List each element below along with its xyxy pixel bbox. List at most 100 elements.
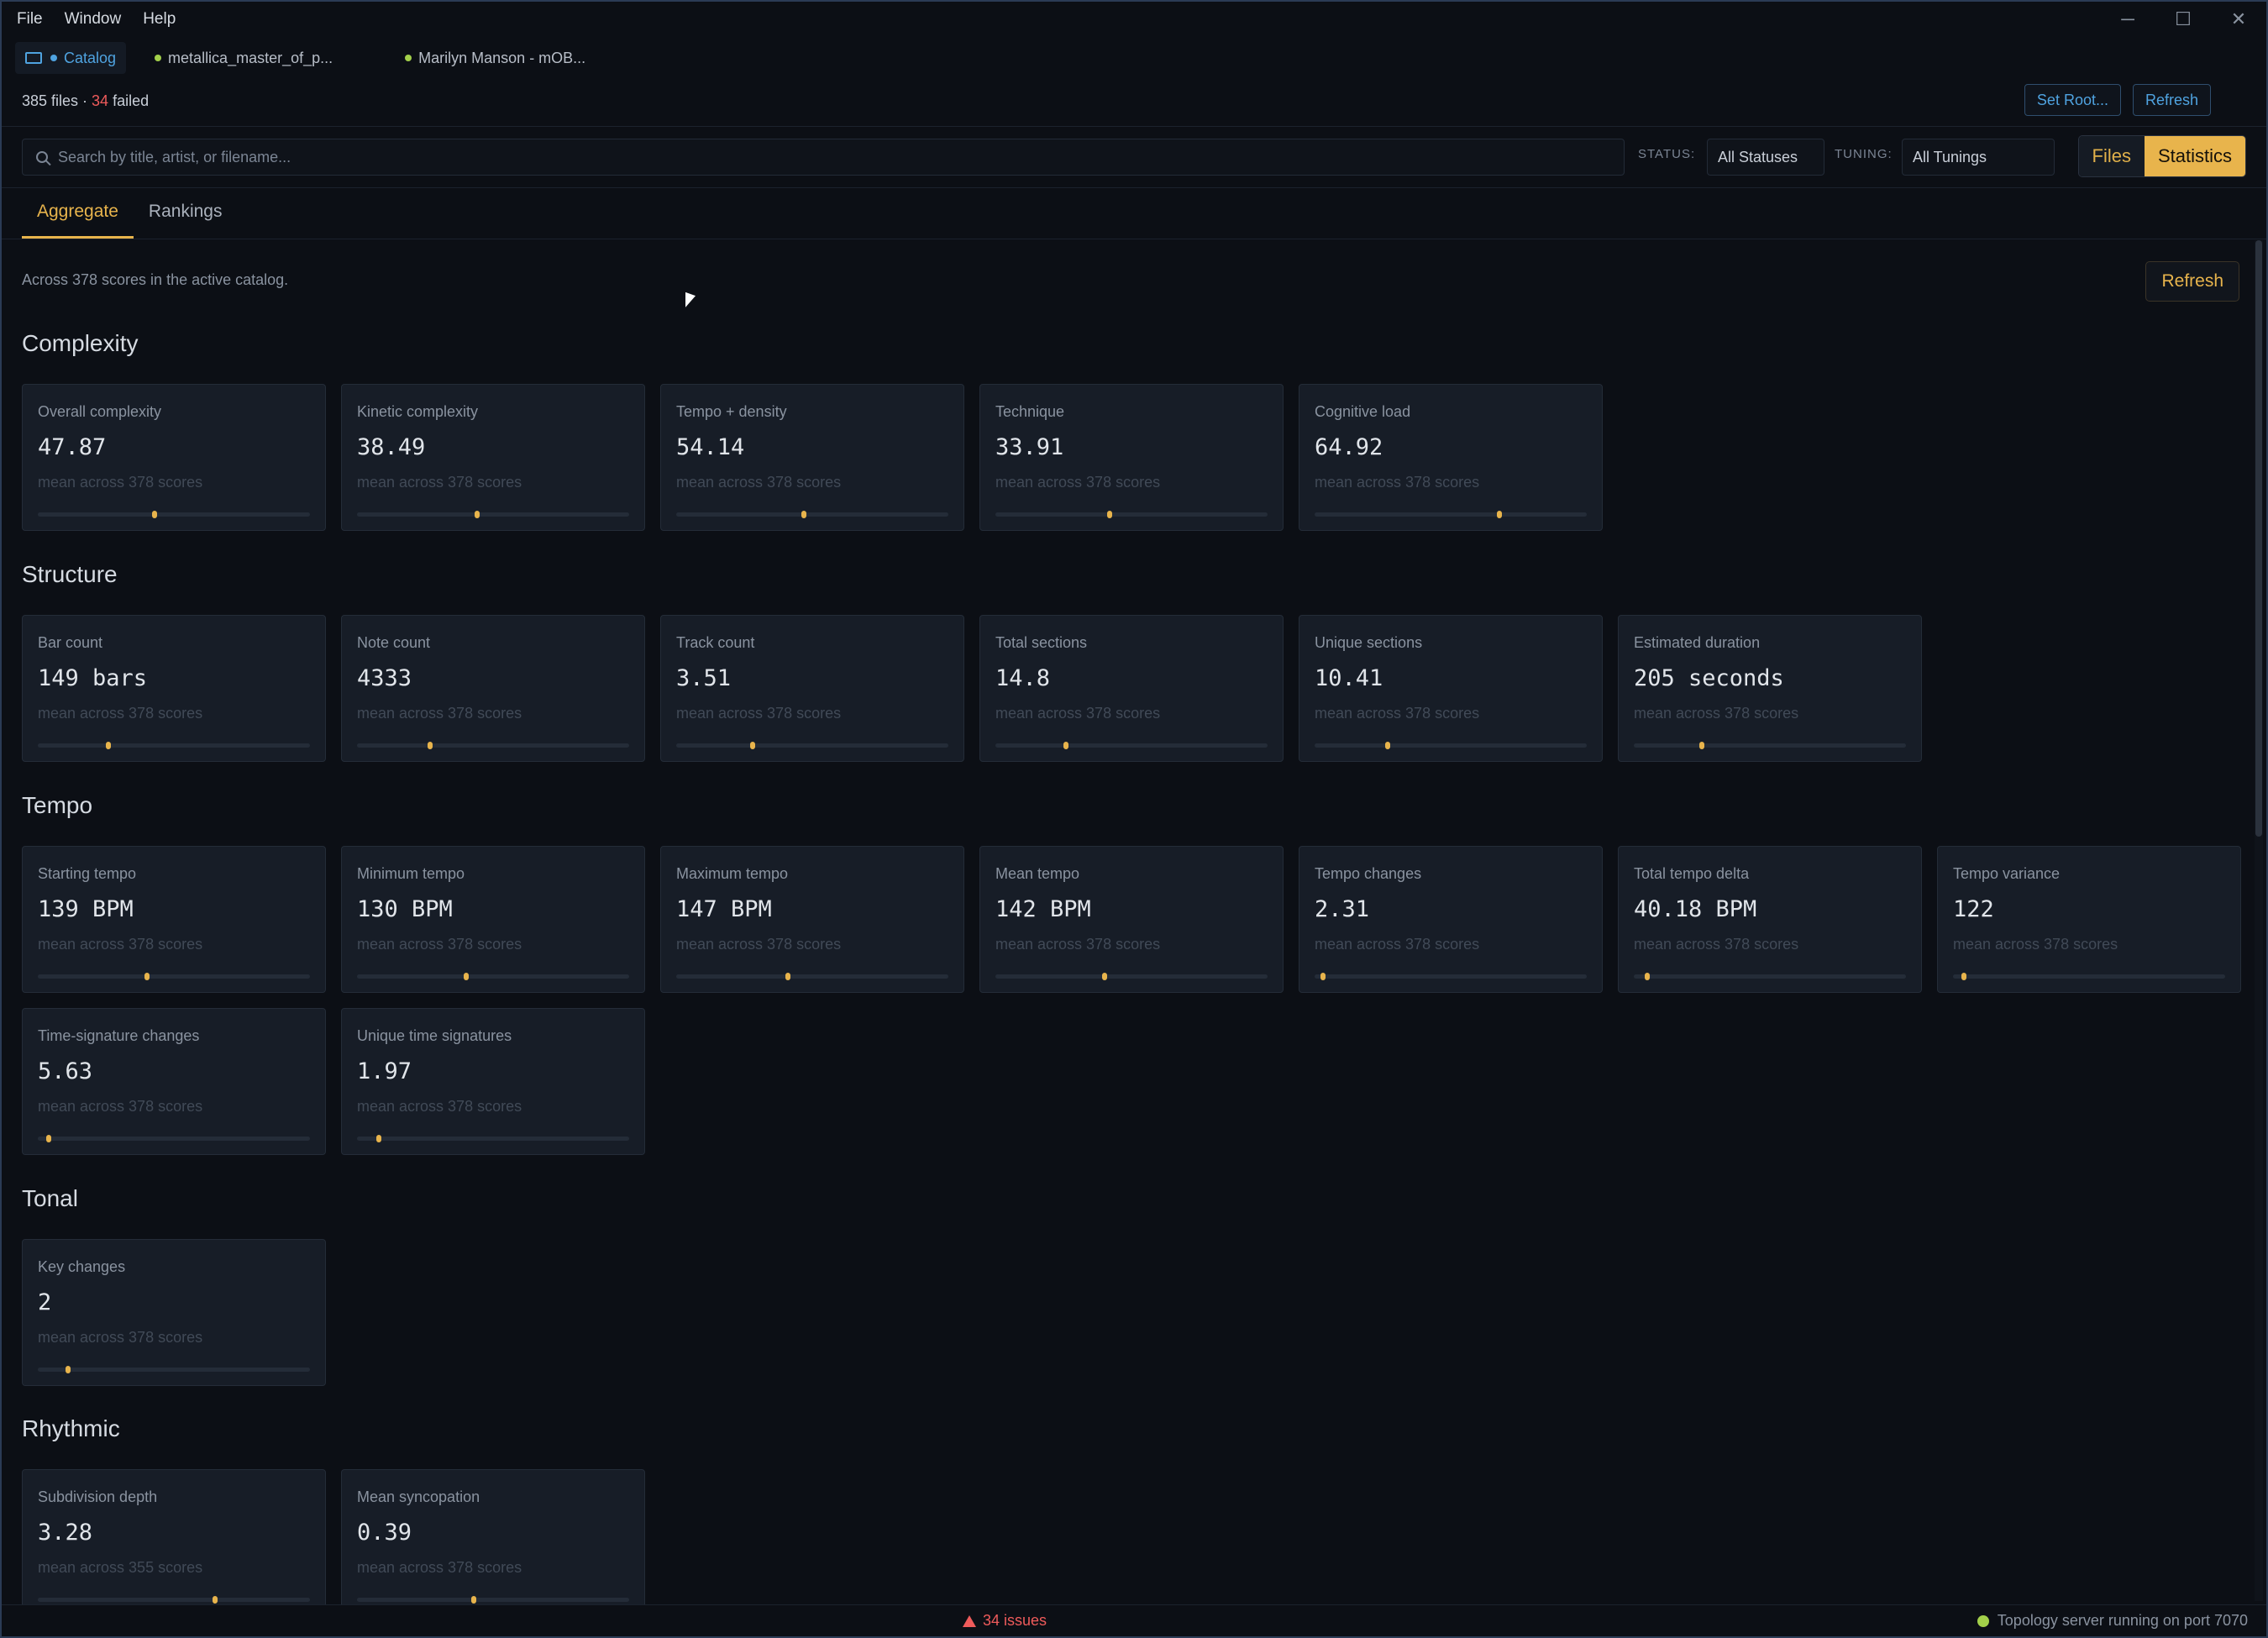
stat-label: Track count — [676, 634, 755, 651]
mean-marker — [749, 742, 755, 749]
distribution-track — [38, 742, 310, 749]
stat-card: Cognitive load 64.92 mean across 378 score… — [1299, 384, 1603, 531]
stat-subtitle: mean across 378 scores — [1315, 705, 1480, 722]
stat-card: Mean syncopation 0.39 mean across 378 scor… — [341, 1469, 645, 1606]
stat-label: Unique time signatures — [357, 1027, 512, 1044]
mean-marker — [45, 1135, 51, 1142]
stat-grid: Overall complexity 47.87 mean across 378 s… — [22, 384, 2241, 531]
distribution-track — [38, 1135, 310, 1142]
close-icon[interactable]: ✕ — [2211, 2, 2266, 37]
stat-value: 1.97 — [357, 1058, 412, 1084]
mean-marker — [212, 1596, 218, 1604]
document-tabs: Catalog metallica_master_of_p... Marilyn… — [2, 42, 2266, 74]
statistics-content: Across 378 scores in the active catalog.… — [2, 239, 2256, 1606]
mean-marker — [375, 1135, 381, 1142]
stat-label: Minimum tempo — [357, 865, 465, 882]
menu-help[interactable]: Help — [143, 10, 176, 29]
stat-subtitle: mean across 378 scores — [676, 936, 842, 953]
mean-marker — [801, 511, 807, 518]
stat-label: Overall complexity — [38, 403, 162, 420]
stat-card: Tempo variance 122 mean across 378 scores — [1937, 846, 2241, 993]
distribution-track — [357, 1135, 629, 1142]
search-input[interactable]: Search by title, artist, or filename... — [22, 139, 1625, 176]
mean-marker — [785, 973, 790, 980]
distribution-track — [1634, 973, 1906, 980]
stat-card: Overall complexity 47.87 mean across 378 s… — [22, 384, 326, 531]
section-rhythmic: Rhythmic Subdivision depth 3.28 mean across… — [22, 1415, 2241, 1606]
window-controls: ─ ☐ ✕ — [2100, 2, 2266, 37]
tab-status-dot — [155, 55, 162, 61]
stat-value: 54.14 — [676, 434, 745, 460]
stat-card: Estimated duration 205 seconds mean across… — [1618, 615, 1922, 762]
file-counts: 385 files · 34 failed — [22, 86, 149, 116]
summary-text: Across 378 scores in the active catalog. — [22, 271, 289, 288]
server-status-text: Topology server running on port 7070 — [1997, 1612, 2248, 1629]
status-select[interactable]: All Statuses — [1707, 139, 1824, 176]
refresh-statistics-button[interactable]: Refresh — [2145, 261, 2239, 302]
tab-label: Marilyn Manson - mOB... — [418, 49, 586, 66]
mean-marker — [1497, 511, 1503, 518]
stat-subtitle: mean across 378 scores — [357, 936, 522, 953]
refresh-catalog-button[interactable]: Refresh — [2132, 84, 2211, 116]
stat-grid: Starting tempo 139 BPM mean across 378 sco… — [22, 846, 2241, 1155]
tab-marilyn-manson[interactable]: Marilyn Manson - mOB... — [395, 42, 596, 74]
mean-marker — [1385, 742, 1391, 749]
stat-subtitle: mean across 378 scores — [38, 474, 203, 491]
stat-value: 3.51 — [676, 665, 732, 691]
stat-subtitle: mean across 378 scores — [38, 1098, 203, 1115]
scrollbar-thumb[interactable] — [2255, 240, 2262, 837]
files-view-button[interactable]: Files — [2078, 136, 2145, 176]
stat-value: 122 — [1953, 896, 1994, 922]
menu-file[interactable]: File — [17, 10, 43, 29]
tab-metallica[interactable]: metallica_master_of_p... — [144, 42, 343, 74]
tab-aggregate[interactable]: Aggregate — [22, 192, 134, 239]
stat-value: 64.92 — [1315, 434, 1383, 460]
stat-label: Time-signature changes — [38, 1027, 200, 1044]
vertical-scrollbar[interactable] — [2255, 240, 2263, 1601]
distribution-track — [1315, 742, 1587, 749]
stat-label: Key changes — [38, 1258, 126, 1275]
mean-marker — [152, 511, 158, 518]
minimize-icon[interactable]: ─ — [2100, 2, 2155, 37]
stat-card: Note count 4333 mean across 378 scores — [341, 615, 645, 762]
stat-subtitle: mean across 378 scores — [1315, 936, 1480, 953]
section-title: Structure — [22, 561, 118, 587]
tab-rankings[interactable]: Rankings — [134, 192, 238, 239]
mouse-cursor-icon — [685, 291, 696, 312]
stat-label: Total tempo delta — [1634, 865, 1750, 882]
search-icon — [36, 151, 48, 163]
stat-label: Tempo changes — [1315, 865, 1422, 882]
stat-card: Kinetic complexity 38.49 mean across 378 s… — [341, 384, 645, 531]
folder-icon — [25, 52, 42, 64]
stat-label: Mean tempo — [995, 865, 1080, 882]
status-bar: 34 issues Topology server running on por… — [2, 1604, 2266, 1636]
statistics-view-button[interactable]: Statistics — [2144, 136, 2245, 176]
stat-subtitle: mean across 378 scores — [995, 705, 1161, 722]
mean-marker — [1063, 742, 1069, 749]
stat-value: 5.63 — [38, 1058, 93, 1084]
section-tonal: Tonal Key changes 2 mean across 378 scores — [22, 1185, 2241, 1386]
stat-value: 205 seconds — [1634, 665, 1784, 691]
stat-value: 149 bars — [38, 665, 148, 691]
issues-indicator[interactable]: 34 issues — [963, 1612, 1047, 1630]
distribution-track — [357, 511, 629, 518]
maximize-icon[interactable]: ☐ — [2155, 2, 2211, 37]
menu-window[interactable]: Window — [65, 10, 122, 29]
mean-marker — [1101, 973, 1107, 980]
mean-marker — [65, 1366, 71, 1373]
stat-subtitle: mean across 378 scores — [1634, 705, 1799, 722]
mean-marker — [428, 742, 433, 749]
distribution-track — [676, 973, 948, 980]
distribution-track — [995, 973, 1268, 980]
stat-card: Unique sections 10.41 mean across 378 scor… — [1299, 615, 1603, 762]
stat-subtitle: mean across 378 scores — [38, 936, 203, 953]
stat-card: Total tempo delta 40.18 BPM mean across 37… — [1618, 846, 1922, 993]
stat-subtitle: mean across 378 scores — [1315, 474, 1480, 491]
distribution-track — [995, 511, 1268, 518]
stat-subtitle: mean across 378 scores — [357, 705, 522, 722]
set-root-button[interactable]: Set Root... — [2024, 84, 2121, 116]
distribution-track — [38, 1596, 310, 1604]
tab-catalog[interactable]: Catalog — [15, 42, 127, 74]
tab-status-dot — [405, 55, 412, 61]
tuning-select[interactable]: All Tunings — [1902, 139, 2055, 176]
